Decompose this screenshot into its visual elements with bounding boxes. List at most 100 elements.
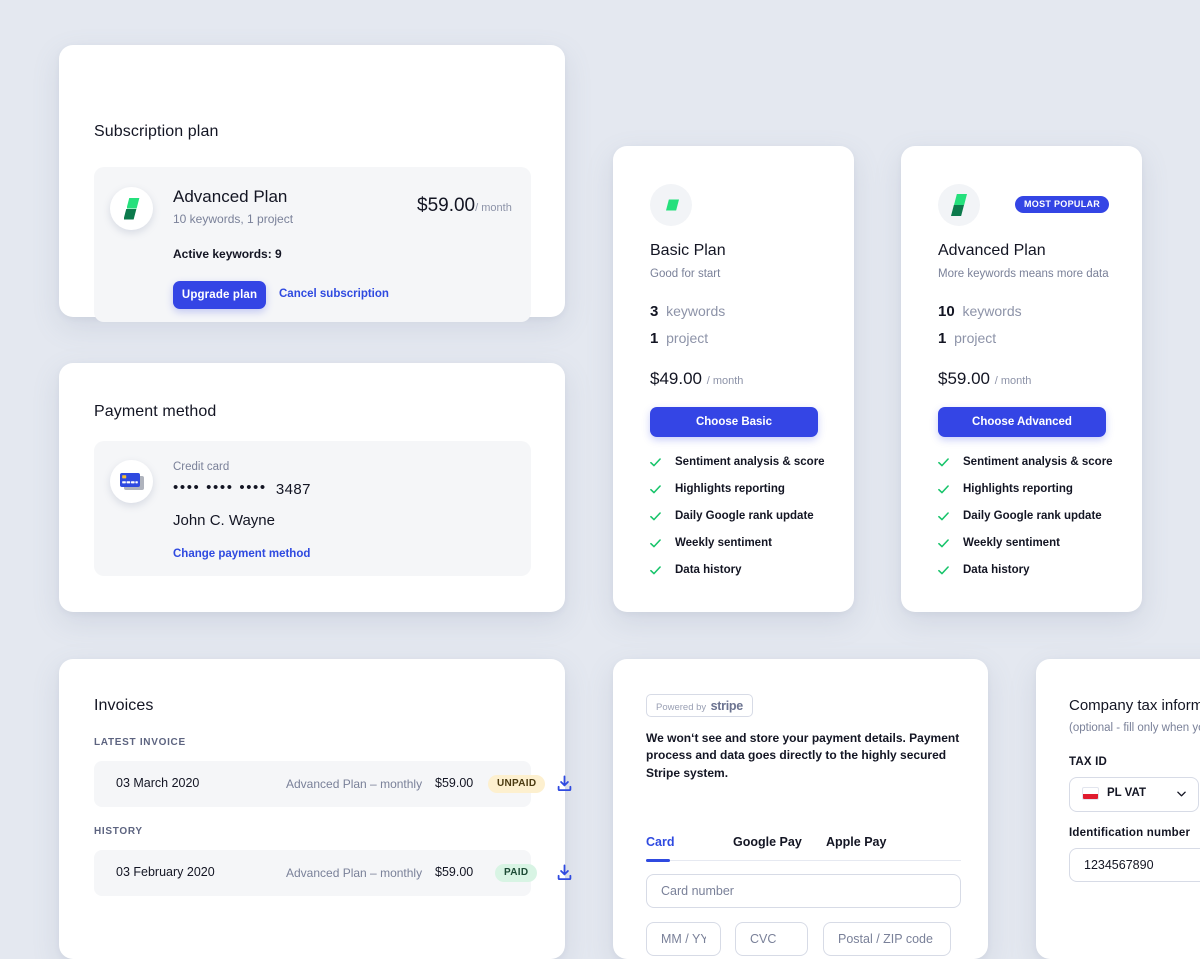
invoice-date: 03 February 2020: [116, 865, 215, 879]
page-root: Subscription plan Advanced Plan 10 keywo…: [0, 0, 1200, 959]
choose-basic-button[interactable]: Choose Basic: [650, 407, 818, 437]
tax-card-title: Company tax information: [1069, 697, 1200, 714]
history-label: HISTORY: [94, 826, 143, 837]
check-icon: [938, 539, 949, 548]
check-icon: [938, 566, 949, 575]
advanced-plan-projects-count: 1: [938, 330, 947, 347]
pricing-card-advanced: MOST POPULAR Advanced Plan More keywords…: [901, 146, 1142, 612]
tax-id-selected-value: PL VAT: [1107, 787, 1146, 799]
advanced-feature-label: Data history: [963, 564, 1030, 576]
credit-card-glyph: [119, 472, 144, 490]
basic-plan-projects: 1 project: [650, 330, 708, 347]
card-cvc-input[interactable]: [735, 922, 808, 956]
chevron-down-icon: [1177, 791, 1186, 797]
pricing-card-basic: Basic Plan Good for start 3 keywords 1 p…: [613, 146, 854, 612]
basic-plan-price: $49.00 / month: [650, 369, 743, 389]
invoice-description: Advanced Plan – monthly: [286, 866, 423, 880]
choose-advanced-button[interactable]: Choose Advanced: [938, 407, 1106, 437]
download-icon[interactable]: [555, 863, 574, 882]
check-icon: [650, 512, 661, 521]
status-badge: UNPAID: [488, 775, 546, 793]
basic-plan-price-amount: $49.00: [650, 369, 702, 388]
advanced-feature-label: Sentiment analysis & score: [963, 456, 1113, 468]
credit-card-icon: [110, 460, 153, 503]
tab-google-pay[interactable]: Google Pay: [733, 835, 802, 849]
logo-bottom-shard: [123, 208, 137, 220]
advanced-feature-item: Daily Google rank update: [938, 510, 1102, 522]
change-payment-method-link[interactable]: Change payment method: [173, 548, 310, 560]
basic-feature-label: Sentiment analysis & score: [675, 456, 825, 468]
latest-invoice-label: LATEST INVOICE: [94, 737, 186, 748]
basic-feature-label: Weekly sentiment: [675, 537, 772, 549]
tab-card[interactable]: Card: [646, 835, 674, 849]
subscription-plan-title: Subscription plan: [94, 123, 219, 140]
cancel-subscription-link[interactable]: Cancel subscription: [279, 288, 389, 300]
basic-plan-name: Basic Plan: [650, 242, 726, 259]
check-icon: [650, 458, 661, 467]
table-row[interactable]: 03 February 2020 Advanced Plan – monthly…: [94, 850, 572, 896]
advanced-plan-description: More keywords means more data: [938, 268, 1109, 280]
table-row[interactable]: 03 March 2020 Advanced Plan – monthly $5…: [94, 761, 572, 807]
tab-apple-pay[interactable]: Apple Pay: [826, 835, 886, 849]
flag-red-band: [1083, 793, 1098, 799]
advanced-plan-projects: 1 project: [938, 330, 996, 347]
advanced-plan-name: Advanced Plan: [938, 242, 1046, 259]
identification-number-input[interactable]: [1069, 848, 1200, 882]
advanced-feature-label: Weekly sentiment: [963, 537, 1060, 549]
check-icon: [938, 458, 949, 467]
advanced-plan-keywords: 10 keywords: [938, 303, 1022, 320]
company-tax-information-card: Company tax information (optional - fill…: [1036, 659, 1200, 959]
credit-card-holder: John C. Wayne: [173, 512, 275, 529]
stripe-payment-card: Powered by stripe We won‘t see and store…: [613, 659, 988, 959]
advanced-feature-label: Daily Google rank update: [963, 510, 1102, 522]
powered-by-stripe-badge: Powered by stripe: [646, 694, 753, 717]
card-number-input[interactable]: [646, 874, 961, 908]
advanced-plan-price-period: / month: [994, 375, 1032, 387]
current-plan-price-amount: $59.00: [417, 195, 476, 216]
logo-mark: [123, 197, 140, 220]
basic-plan-projects-count: 1: [650, 330, 659, 347]
card-expiry-input[interactable]: [646, 922, 721, 956]
invoices-title: Invoices: [94, 697, 154, 714]
current-plan-name: Advanced Plan: [173, 187, 288, 206]
check-icon: [650, 485, 661, 494]
active-keywords-count: Active keywords: 9: [173, 247, 282, 261]
advanced-feature-label: Highlights reporting: [963, 483, 1073, 495]
basic-plan-logo-icon: [650, 184, 692, 226]
advanced-plan-keywords-count: 10: [938, 303, 955, 320]
basic-feature-item: Highlights reporting: [650, 483, 785, 495]
advanced-plan-logo-icon: [938, 184, 980, 226]
download-icon[interactable]: [555, 774, 574, 793]
stripe-wordmark: stripe: [710, 699, 744, 713]
poland-flag-icon: [1082, 787, 1099, 800]
logo-mark: [951, 194, 967, 216]
most-popular-badge: MOST POPULAR: [1015, 196, 1110, 213]
tab-divider: [646, 860, 961, 861]
basic-plan-keywords-count: 3: [650, 303, 659, 320]
subscription-plan-card: Subscription plan Advanced Plan 10 keywo…: [59, 45, 565, 322]
current-plan-summary: 10 keywords, 1 project: [173, 212, 294, 226]
credit-card-last4: 3487: [275, 481, 311, 498]
credit-card-number: •••• •••• •••• 3487: [173, 479, 311, 498]
advanced-feature-item: Data history: [938, 564, 1029, 576]
logo-top-shard: [126, 197, 140, 209]
advanced-plan-price: $59.00 / month: [938, 369, 1031, 389]
basic-plan-description: Good for start: [650, 268, 721, 280]
advanced-plan-price-amount: $59.00: [938, 369, 990, 388]
advanced-plan-projects-label: project: [954, 330, 997, 346]
basic-feature-item: Daily Google rank update: [650, 510, 814, 522]
advanced-plan-keywords-label: keywords: [962, 303, 1022, 319]
card-postal-input[interactable]: [823, 922, 951, 956]
saved-card-panel: Credit card •••• •••• •••• 3487 John C. …: [94, 441, 531, 576]
advanced-feature-item: Weekly sentiment: [938, 537, 1060, 549]
basic-plan-price-period: / month: [706, 375, 744, 387]
stripe-security-note: We won‘t see and store your payment deta…: [646, 731, 960, 780]
basic-plan-projects-label: project: [666, 330, 709, 346]
check-icon: [650, 566, 661, 575]
basic-feature-item: Data history: [650, 564, 741, 576]
upgrade-plan-button[interactable]: Upgrade plan: [173, 281, 266, 309]
identification-number-label: Identification number: [1069, 827, 1191, 839]
current-plan-panel: Advanced Plan 10 keywords, 1 project Act…: [94, 167, 531, 322]
tax-id-select[interactable]: PL VAT: [1069, 777, 1199, 812]
logo-top-shard: [666, 199, 679, 211]
